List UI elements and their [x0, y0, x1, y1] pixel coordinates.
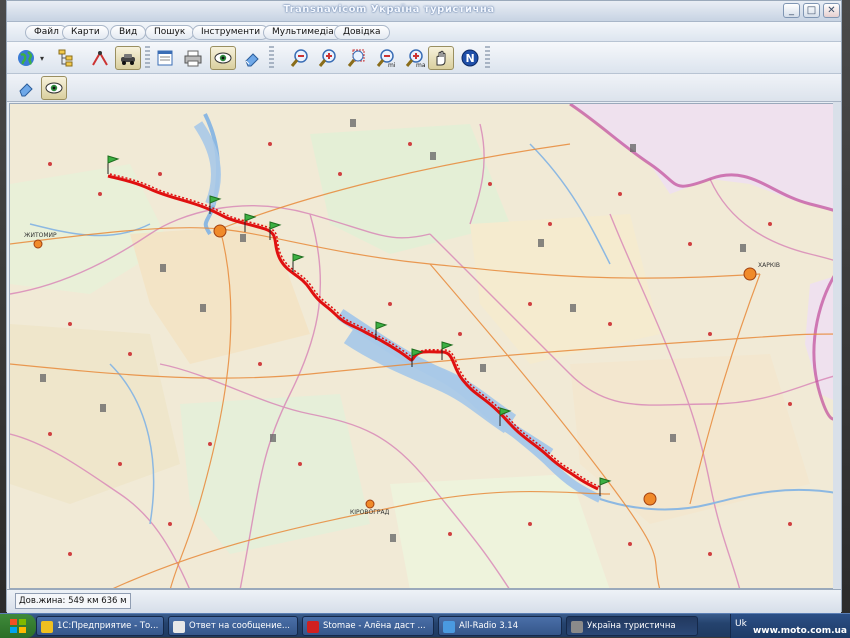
menu-item-3[interactable]: Пошук [145, 25, 195, 40]
menu-item-4[interactable]: Інструменти [192, 25, 270, 40]
language-indicator[interactable]: Uk [735, 619, 747, 629]
printer-icon [184, 50, 202, 67]
city-label-kirovohrad: КІРОВОГРАД [350, 509, 390, 516]
zoom-max-button[interactable]: max [402, 46, 428, 70]
maximize-button[interactable]: □ [803, 3, 820, 18]
menu-item-6[interactable]: Довідка [334, 25, 390, 40]
minimize-button[interactable]: _ [783, 3, 800, 18]
window-button[interactable] [152, 46, 178, 70]
taskbar-item-label: Україна туристична [587, 621, 676, 631]
zoom-in-button[interactable] [315, 46, 341, 70]
app-window: Transnavicom Україна туристична _ □ ✕ Фа… [6, 0, 842, 613]
route-button[interactable] [87, 46, 113, 70]
zoom-out-icon [290, 49, 308, 67]
menu-item-1[interactable]: Карти [62, 25, 109, 40]
watermark: www.moto.com.ua [752, 626, 847, 636]
eraser-button[interactable] [239, 46, 265, 70]
taskbar-item-label: Ответ на сообщение... [189, 621, 290, 631]
start-button[interactable] [0, 614, 36, 638]
zoom-area-button[interactable] [344, 46, 370, 70]
view-tool-button[interactable] [41, 76, 67, 100]
svg-text:min: min [388, 62, 396, 68]
taskbar-item-4[interactable]: Україна туристична [566, 616, 698, 636]
menu-bar: Файл Карти Вид Пошук Інструменти Мультимедіа Д… [7, 22, 841, 42]
app-icon [173, 621, 185, 633]
taskbar-item-1[interactable]: Ответ на сообщение... [168, 616, 298, 636]
taskbar-item-label: Stomae - Алёна даст ... [323, 621, 426, 631]
taskbar-item-0[interactable]: 1С:Предприятие - То... [36, 616, 164, 636]
hand-icon [436, 50, 446, 66]
close-button[interactable]: ✕ [823, 3, 840, 18]
zoom-out-button[interactable] [287, 46, 313, 70]
city-label-kharkiv: ХАРКІВ [758, 262, 780, 269]
app-icon [41, 621, 53, 633]
zoom-in-icon [318, 49, 336, 67]
zoom-area-icon [347, 49, 365, 67]
globe-button[interactable] [13, 46, 39, 70]
status-bar: Дов.жина: 549 км 636 м [7, 589, 841, 613]
taskbar-item-3[interactable]: All-Radio 3.14 [438, 616, 562, 636]
route-distance: Дов.жина: 549 км 636 м [15, 593, 131, 609]
view-button[interactable] [210, 46, 236, 70]
car-icon [121, 54, 135, 65]
main-toolbar: ▾ mi ma N [7, 42, 841, 74]
menu-item-2[interactable]: Вид [110, 25, 147, 40]
route-icon [92, 51, 108, 66]
svg-text:max: max [416, 62, 425, 68]
tree-button[interactable] [53, 46, 79, 70]
taskbar-item-label: 1С:Предприятие - То... [57, 621, 159, 631]
tree-icon [58, 49, 73, 67]
zoom-max-icon: max [405, 49, 425, 68]
dropdown-arrow-icon[interactable]: ▾ [40, 54, 44, 63]
eraser-tool-button[interactable] [13, 76, 39, 100]
globe-icon [18, 50, 34, 66]
map-canvas[interactable]: ЖИТОМИР ХАРКІВ КІРОВОГРАД [9, 103, 841, 589]
taskbar-item-label: All-Radio 3.14 [459, 621, 519, 631]
city-label-zhytomyr: ЖИТОМИР [24, 232, 57, 239]
window-title: Transnavicom Україна туристична [283, 4, 495, 15]
zoom-min-button[interactable]: min [373, 46, 399, 70]
app-icon [443, 621, 455, 633]
svg-text:N: N [466, 52, 475, 65]
print-button[interactable] [180, 46, 206, 70]
north-button[interactable]: N [457, 46, 483, 70]
north-icon: N [461, 49, 479, 67]
eye-icon [214, 52, 232, 64]
app-icon [571, 621, 583, 633]
vertical-scrollbar[interactable] [833, 102, 841, 589]
title-bar[interactable]: Transnavicom Україна туристична _ □ ✕ [7, 1, 841, 22]
eraser-icon [245, 53, 259, 67]
taskbar-item-2[interactable]: Stomae - Алёна даст ... [302, 616, 434, 636]
secondary-toolbar [7, 74, 841, 102]
map-svg: ЖИТОМИР ХАРКІВ КІРОВОГРАД [10, 104, 840, 588]
system-tray: Uk www.moto.com.ua [730, 614, 850, 638]
pan-button[interactable] [428, 46, 454, 70]
app-icon [307, 621, 319, 633]
eye-icon [45, 82, 63, 94]
car-button[interactable] [115, 46, 141, 70]
windows-logo-icon [10, 619, 26, 633]
desktop: Transnavicom Україна туристична _ □ ✕ Фа… [0, 0, 850, 638]
eraser-icon [19, 83, 33, 97]
taskbar: 1С:Предприятие - То... Ответ на сообщение… [0, 613, 850, 638]
window-icon [157, 50, 173, 66]
menu-item-5[interactable]: Мультимедіа [263, 25, 343, 40]
zoom-min-icon: min [376, 49, 396, 68]
